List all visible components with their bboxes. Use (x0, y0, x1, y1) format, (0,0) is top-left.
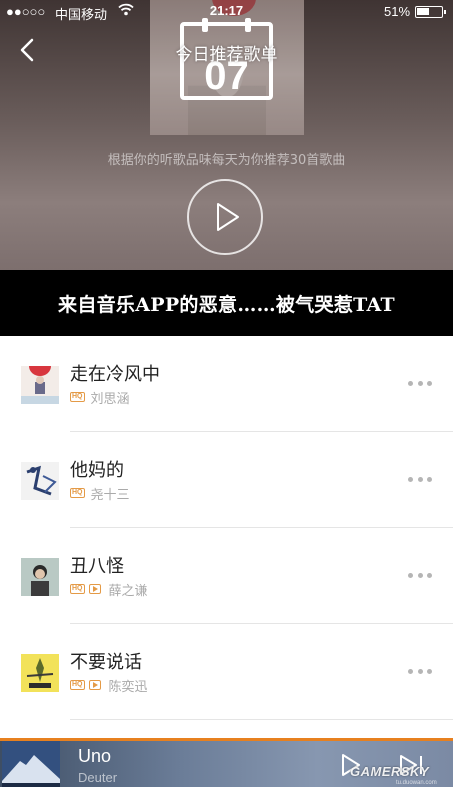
song-thumbnail (21, 462, 59, 500)
song-thumbnail (21, 366, 59, 404)
play-all-button[interactable] (187, 179, 263, 255)
now-playing-title: Uno (78, 746, 112, 766)
dot-icon (427, 476, 432, 482)
playlist-subtitle: 根据你的听歌品味每天为你推荐30首歌曲 (107, 153, 346, 168)
hq-badge: HQ (70, 392, 85, 402)
song-thumbnail (21, 654, 59, 692)
more-options-button[interactable] (408, 667, 432, 675)
more-options-button[interactable] (408, 379, 432, 387)
caption-banner: 来自音乐APP的恶意……被气哭惹TAT (0, 270, 453, 336)
battery-percentage: 51% (384, 4, 411, 19)
song-artist: 尧十三 (90, 487, 130, 503)
watermark-url: tu.duowan.com (396, 780, 437, 786)
song-title: 丑八怪 (70, 556, 124, 577)
dot-icon (427, 380, 432, 386)
row-divider (70, 719, 453, 720)
playlist-hero: ●●○○○ 中国移动 21:17 51% 07 今日推荐歌单 根据你的听歌品味每… (0, 0, 453, 270)
now-playing-artwork (2, 741, 60, 787)
more-options-button[interactable] (408, 571, 432, 579)
mv-badge-icon (88, 584, 101, 594)
play-icon (217, 203, 239, 231)
hq-badge: HQ (70, 680, 85, 690)
mv-badge-icon (88, 680, 101, 690)
calendar-ring-right (245, 18, 251, 32)
dot-icon (408, 572, 413, 578)
calendar-ring-left (202, 18, 208, 32)
song-meta: HQ 尧十三 (70, 485, 130, 503)
status-bar: ●●○○○ 中国移动 21:17 51% (0, 0, 453, 24)
dot-icon (417, 572, 423, 578)
song-meta: HQ 陈奕迅 (70, 677, 148, 695)
dot-icon (408, 668, 413, 674)
dot-icon (427, 668, 432, 674)
caption-text: 来自音乐APP的恶意……被气哭惹TAT (58, 293, 395, 316)
song-title: 不要说话 (70, 652, 142, 673)
song-artist: 薛之谦 (108, 583, 148, 599)
song-thumbnail (21, 558, 59, 596)
dot-icon (417, 476, 423, 482)
song-list: 走在冷风中 HQ 刘思涵 他妈的 HQ 尧十三 丑八怪 HQ 薛之谦 不要说话 … (0, 336, 453, 720)
song-meta: HQ 刘思涵 (70, 389, 130, 407)
more-options-button[interactable] (408, 475, 432, 483)
dot-icon (417, 668, 423, 674)
song-artist: 陈奕迅 (108, 679, 148, 695)
watermark-logo: GAMERSKY (350, 764, 430, 779)
song-row[interactable]: 丑八怪 HQ 薛之谦 (0, 528, 453, 624)
hq-badge: HQ (70, 584, 85, 594)
song-artist: 刘思涵 (90, 391, 130, 407)
dot-icon (417, 380, 423, 386)
dot-icon (427, 572, 432, 578)
song-row[interactable]: 他妈的 HQ 尧十三 (0, 432, 453, 528)
song-title: 走在冷风中 (70, 364, 160, 385)
dot-icon (408, 380, 413, 386)
song-meta: HQ 薛之谦 (70, 581, 148, 599)
song-title: 他妈的 (70, 460, 124, 481)
dot-icon (408, 476, 413, 482)
song-row[interactable]: 不要说话 HQ 陈奕迅 (0, 624, 453, 720)
page-title: 今日推荐歌单 (175, 45, 278, 65)
now-playing-artist: Deuter (78, 770, 118, 785)
hq-badge: HQ (70, 488, 85, 498)
song-row[interactable]: 走在冷风中 HQ 刘思涵 (0, 336, 453, 432)
battery-icon (415, 6, 446, 18)
